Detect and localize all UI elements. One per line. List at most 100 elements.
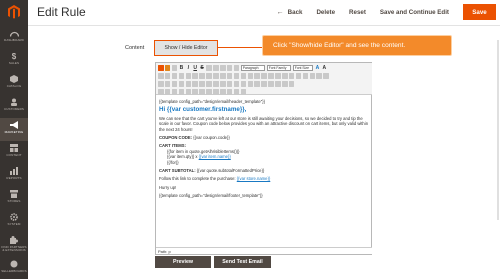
fullscreen-icon[interactable] <box>275 81 281 87</box>
indent-icon[interactable] <box>226 73 233 79</box>
insert-row-after-icon[interactable] <box>185 81 192 87</box>
save-and-continue-button[interactable]: Save and Continue Edit <box>380 9 449 16</box>
help-icon[interactable] <box>288 73 295 79</box>
reset-button[interactable]: Reset <box>349 9 366 16</box>
time-icon[interactable] <box>309 73 316 79</box>
remove-format-icon[interactable] <box>240 81 247 87</box>
image-icon[interactable] <box>275 73 281 79</box>
anchor-icon[interactable] <box>268 73 274 79</box>
visual-aid-icon[interactable] <box>247 81 254 87</box>
blockquote-icon[interactable] <box>233 73 240 79</box>
merge-cells-icon[interactable] <box>226 81 233 87</box>
bullet-list-icon[interactable] <box>206 73 212 79</box>
text-color-icon[interactable]: A <box>315 65 321 71</box>
split-cells-icon[interactable] <box>220 81 226 87</box>
subscript-icon[interactable] <box>254 81 260 87</box>
paste-text-icon[interactable] <box>178 73 185 79</box>
store-name-link[interactable]: {{var store.name}} <box>237 176 271 181</box>
insert-image-icon[interactable] <box>164 65 171 71</box>
paste-icon[interactable] <box>171 73 178 79</box>
align-right-icon[interactable] <box>220 65 226 71</box>
font-family-select[interactable]: Font Family <box>266 65 291 71</box>
del-icon[interactable] <box>213 89 219 95</box>
row-props-icon[interactable] <box>164 81 171 87</box>
magento-logo-icon[interactable] <box>6 4 22 20</box>
attributes-icon[interactable] <box>226 89 233 95</box>
insert-row-before-icon[interactable] <box>178 81 185 87</box>
ins-icon[interactable] <box>220 89 226 95</box>
save-button[interactable]: Save <box>463 4 496 20</box>
delete-col-icon[interactable] <box>213 81 219 87</box>
cell-props-icon[interactable] <box>171 81 178 87</box>
background-color-icon[interactable]: A <box>322 65 328 71</box>
search-icon[interactable] <box>192 73 198 79</box>
sidebar-item-system[interactable]: System <box>0 210 28 233</box>
preview-icon[interactable] <box>316 73 322 79</box>
align-center-icon[interactable] <box>213 65 219 71</box>
hr-icon[interactable] <box>233 81 240 87</box>
sidebar-item-partners[interactable]: Find Partners & Extensions <box>0 233 28 256</box>
cite-icon[interactable] <box>192 89 198 95</box>
wysiwyg-editor[interactable]: B I U S Paragraph Font Family Font Size … <box>155 62 372 255</box>
sidebar-item-content[interactable]: Content <box>0 141 28 164</box>
ltr-icon[interactable] <box>282 81 288 87</box>
undo-icon[interactable] <box>240 73 247 79</box>
delete-button[interactable]: Delete <box>316 9 335 16</box>
italic-icon[interactable]: I <box>186 65 192 71</box>
back-button[interactable]: ← Back <box>277 9 303 16</box>
sidebar-item-dashboard[interactable]: Dashboard <box>0 26 28 49</box>
nonbreaking-icon[interactable] <box>233 89 240 95</box>
date-icon[interactable] <box>302 73 309 79</box>
sidebar-item-catalog[interactable]: Catalog <box>0 72 28 95</box>
sidebar-item-customers[interactable]: Customers <box>0 95 28 118</box>
sidebar-item-reports[interactable]: Reports <box>0 164 28 187</box>
acronym-icon[interactable] <box>206 89 212 95</box>
special-char-icon[interactable] <box>268 81 274 87</box>
paste-word-icon[interactable] <box>185 73 192 79</box>
redo-icon[interactable] <box>247 73 254 79</box>
move-backward-icon[interactable] <box>171 89 178 95</box>
preview-button[interactable]: Preview <box>155 256 211 268</box>
absolute-icon[interactable] <box>178 89 185 95</box>
align-left-icon[interactable] <box>206 65 212 71</box>
send-test-email-button[interactable]: Send Test Email <box>214 256 271 268</box>
show-hide-editor-button[interactable]: Show / Hide Editor <box>154 40 218 56</box>
cleanup-icon[interactable] <box>282 73 288 79</box>
replace-icon[interactable] <box>199 73 205 79</box>
numbered-list-icon[interactable] <box>213 73 219 79</box>
cut-icon[interactable] <box>158 73 164 79</box>
underline-icon[interactable]: U <box>192 65 198 71</box>
paragraph-select[interactable]: Paragraph <box>240 65 265 71</box>
insert-col-after-icon[interactable] <box>206 81 212 87</box>
unlink-icon[interactable] <box>261 73 267 79</box>
bold-icon[interactable]: B <box>179 65 185 71</box>
abbr-icon[interactable] <box>199 89 205 95</box>
code-icon[interactable] <box>295 73 302 79</box>
font-size-select[interactable]: Font Size <box>292 65 313 71</box>
sidebar-item-marketing[interactable]: Marketing <box>0 118 28 141</box>
sidebar-item-sales[interactable]: $ Sales <box>0 49 28 72</box>
zoom-icon[interactable] <box>323 73 329 79</box>
page-scrollbar[interactable] <box>497 40 499 220</box>
styles-icon[interactable] <box>233 65 240 71</box>
rtl-icon[interactable] <box>288 81 295 87</box>
delete-row-icon[interactable] <box>192 81 198 87</box>
pagebreak-icon[interactable] <box>240 89 247 95</box>
insert-widget-icon[interactable] <box>158 65 164 71</box>
insert-col-before-icon[interactable] <box>199 81 205 87</box>
strikethrough-icon[interactable]: S <box>199 65 205 71</box>
link-icon[interactable] <box>254 73 260 79</box>
insert-layer-icon[interactable] <box>158 89 164 95</box>
move-forward-icon[interactable] <box>164 89 171 95</box>
insert-variable-icon[interactable] <box>171 65 178 71</box>
table-icon[interactable] <box>158 81 164 87</box>
sidebar-item-sellerboards[interactable]: Sellerboards <box>0 257 28 279</box>
superscript-icon[interactable] <box>261 81 267 87</box>
copy-icon[interactable] <box>164 73 171 79</box>
item-name-link[interactable]: {{var item.name}} <box>199 154 231 159</box>
outdent-icon[interactable] <box>220 73 226 79</box>
style-props-icon[interactable] <box>185 89 192 95</box>
sidebar-item-stores[interactable]: Stores <box>0 187 28 210</box>
align-justify-icon[interactable] <box>226 65 233 71</box>
editor-content-area[interactable]: {{template config_path="design/email/hea… <box>159 99 370 249</box>
